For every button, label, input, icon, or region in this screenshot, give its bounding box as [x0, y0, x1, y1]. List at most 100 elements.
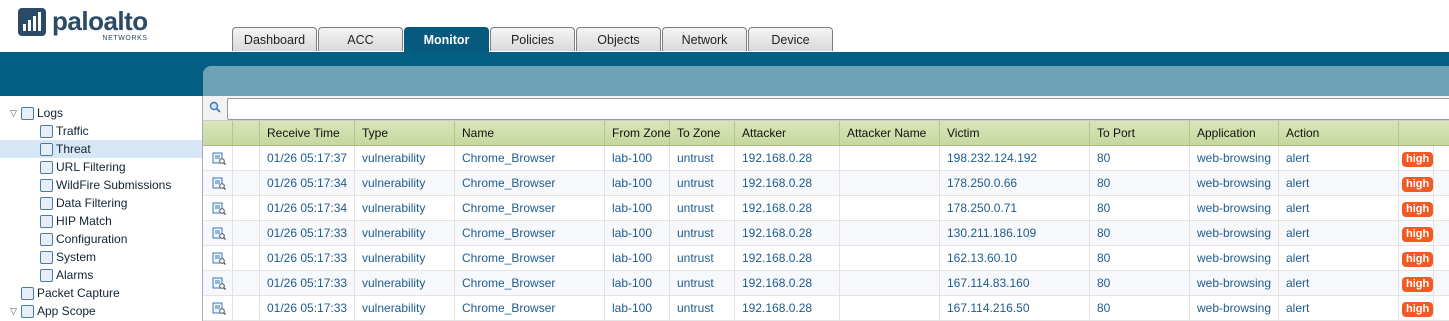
log-detail-icon[interactable]	[212, 202, 226, 215]
sidebar-item-hip-match[interactable]: HIP Match	[40, 212, 112, 230]
table-row[interactable]: 01/26 05:17:34 vulnerability Chrome_Browse…	[203, 171, 1449, 196]
cell-type: vulnerability	[355, 146, 455, 170]
sidebar-item-packet-capture[interactable]: Packet Capture	[10, 284, 120, 302]
table-row[interactable]: 01/26 05:17:33 vulnerability Chrome_Browse…	[203, 221, 1449, 246]
sidebar-item-configuration[interactable]: Configuration	[40, 230, 127, 248]
filter-input[interactable]	[227, 98, 1449, 120]
cell-to-port: 80	[1090, 296, 1190, 320]
cell-victim[interactable]: 167.114.83.160	[940, 271, 1090, 295]
cell-attacker[interactable]: 192.168.0.28	[735, 221, 840, 245]
log-detail-icon[interactable]	[212, 277, 226, 290]
data-filtering-icon	[40, 196, 53, 210]
cell-name[interactable]: Chrome_Browser	[455, 221, 605, 245]
severity-cell: high	[1399, 221, 1435, 245]
sidebar-item-app-scope[interactable]: ▽ App Scope	[10, 302, 96, 320]
cell-to-zone: untrust	[670, 296, 735, 320]
cell-to-port: 80	[1090, 196, 1190, 220]
detail-cell	[203, 221, 233, 245]
brand-name: paloalto	[52, 6, 148, 36]
expand-toggle-icon[interactable]: ▽	[10, 306, 19, 316]
tab-acc[interactable]: ACC	[318, 27, 403, 51]
sidebar: ▽ Logs Traffic Threat URL Filtering WildFire …	[0, 96, 203, 321]
tab-policies[interactable]: Policies	[490, 27, 575, 51]
cell-attacker[interactable]: 192.168.0.28	[735, 171, 840, 195]
cell-name[interactable]: Chrome_Browser	[455, 196, 605, 220]
cell-attacker[interactable]: 192.168.0.28	[735, 296, 840, 320]
cell-name[interactable]: Chrome_Browser	[455, 171, 605, 195]
cell-name[interactable]: Chrome_Browser	[455, 296, 605, 320]
column-header-receive-time[interactable]: Receive Time	[260, 121, 355, 145]
app-header: paloalto NETWORKS Dashboard ACC Monitor Pol…	[0, 0, 1449, 56]
sidebar-item-threat[interactable]: Threat	[0, 140, 202, 158]
severity-cell: high	[1399, 296, 1435, 320]
sidebar-item-traffic[interactable]: Traffic	[40, 122, 89, 140]
cell-victim[interactable]: 167.114.216.50	[940, 296, 1090, 320]
sidebar-item-system[interactable]: System	[40, 248, 96, 266]
column-header-attacker[interactable]: Attacker	[735, 121, 840, 145]
cell-name[interactable]: Chrome_Browser	[455, 146, 605, 170]
cell-victim[interactable]: 178.250.0.71	[940, 196, 1090, 220]
cell-from-zone: lab-100	[605, 146, 670, 170]
cell-receive-time: 01/26 05:17:33	[260, 246, 355, 270]
cell-victim[interactable]: 130.211.186.109	[940, 221, 1090, 245]
sidebar-item-label: Logs	[37, 106, 64, 120]
column-header-to-zone[interactable]: To Zone	[670, 121, 735, 145]
cell-victim[interactable]: 198.232.124.192	[940, 146, 1090, 170]
cell-attacker[interactable]: 192.168.0.28	[735, 246, 840, 270]
tab-device[interactable]: Device	[748, 27, 833, 51]
sidebar-item-data-filtering[interactable]: Data Filtering	[40, 194, 127, 212]
cell-name[interactable]: Chrome_Browser	[455, 246, 605, 270]
cell-receive-time: 01/26 05:17:33	[260, 271, 355, 295]
cell-attacker[interactable]: 192.168.0.28	[735, 146, 840, 170]
column-header-victim[interactable]: Victim	[940, 121, 1090, 145]
sidebar-item-alarms[interactable]: Alarms	[40, 266, 93, 284]
column-header-application[interactable]: Application	[1190, 121, 1279, 145]
cell-to-zone: untrust	[670, 246, 735, 270]
cell-action: alert	[1279, 271, 1399, 295]
table-body: 01/26 05:17:37 vulnerability Chrome_Browse…	[203, 146, 1449, 321]
cell-type: vulnerability	[355, 221, 455, 245]
table-row[interactable]: 01/26 05:17:33 vulnerability Chrome_Browse…	[203, 296, 1449, 321]
table-row[interactable]: 01/26 05:17:37 vulnerability Chrome_Browse…	[203, 146, 1449, 171]
spacer-cell	[233, 196, 260, 220]
table-row[interactable]: 01/26 05:17:33 vulnerability Chrome_Browse…	[203, 246, 1449, 271]
threat-log-icon	[40, 142, 53, 156]
sidebar-item-url-filtering[interactable]: URL Filtering	[40, 158, 126, 176]
cell-application: web-browsing	[1190, 246, 1279, 270]
expand-toggle-icon[interactable]: ▽	[10, 108, 19, 118]
search-icon[interactable]	[209, 101, 221, 113]
sidebar-item-logs[interactable]: ▽ Logs	[10, 104, 63, 122]
log-detail-icon[interactable]	[212, 177, 226, 190]
cell-name[interactable]: Chrome_Browser	[455, 271, 605, 295]
cell-from-zone: lab-100	[605, 171, 670, 195]
cell-receive-time: 01/26 05:17:33	[260, 296, 355, 320]
sidebar-item-wildfire-submissions[interactable]: WildFire Submissions	[40, 176, 171, 194]
table-row[interactable]: 01/26 05:17:33 vulnerability Chrome_Browse…	[203, 271, 1449, 296]
cell-attacker[interactable]: 192.168.0.28	[735, 271, 840, 295]
tab-network[interactable]: Network	[662, 27, 747, 51]
column-header-name[interactable]: Name	[455, 121, 605, 145]
log-detail-icon[interactable]	[212, 252, 226, 265]
log-detail-icon[interactable]	[212, 227, 226, 240]
spacer-cell	[233, 171, 260, 195]
logs-icon	[21, 106, 34, 120]
sidebar-item-label: Data Filtering	[56, 196, 128, 210]
cell-attacker[interactable]: 192.168.0.28	[735, 196, 840, 220]
cell-victim[interactable]: 162.13.60.10	[940, 246, 1090, 270]
log-detail-icon[interactable]	[212, 152, 226, 165]
cell-action: alert	[1279, 196, 1399, 220]
log-detail-icon[interactable]	[212, 302, 226, 315]
tab-dashboard[interactable]: Dashboard	[232, 27, 317, 51]
cell-victim[interactable]: 178.250.0.66	[940, 171, 1090, 195]
cell-application: web-browsing	[1190, 146, 1279, 170]
table-row[interactable]: 01/26 05:17:34 vulnerability Chrome_Browse…	[203, 196, 1449, 221]
column-header-attacker-name[interactable]: Attacker Name	[840, 121, 940, 145]
column-header-from-zone[interactable]: From Zone	[605, 121, 671, 145]
tab-monitor[interactable]: Monitor	[404, 27, 489, 53]
tab-objects[interactable]: Objects	[576, 27, 661, 51]
column-header-type[interactable]: Type	[355, 121, 455, 145]
column-header-to-port[interactable]: To Port	[1090, 121, 1190, 145]
column-header-action[interactable]: Action	[1279, 121, 1399, 145]
url-filtering-icon	[40, 160, 53, 174]
sidebar-item-label: App Scope	[37, 304, 96, 318]
